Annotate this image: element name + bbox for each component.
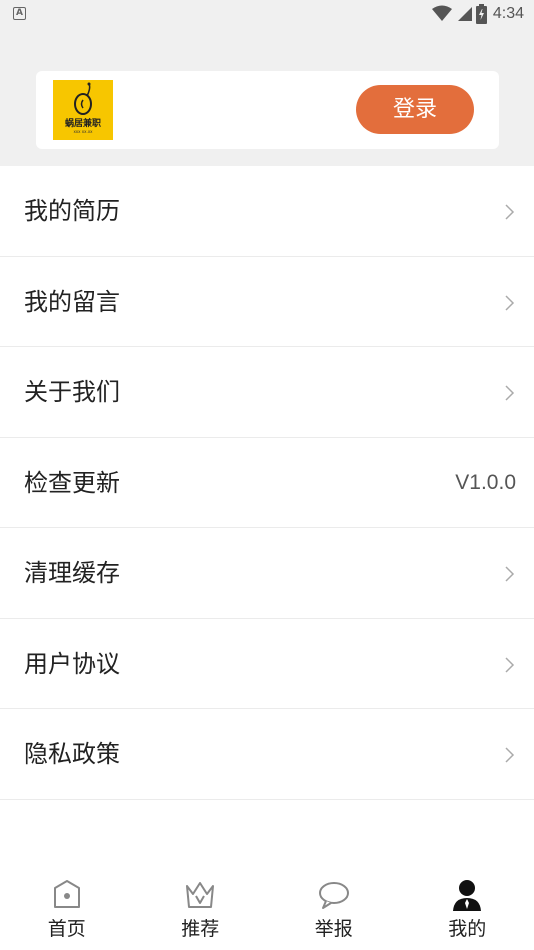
- menu-item-messages[interactable]: 我的留言: [0, 256, 534, 347]
- profile-header: 蜗居兼职 xxx xx.xx 登录: [0, 28, 534, 166]
- menu-item-label: 我的简历: [24, 197, 120, 225]
- menu-item-clear-cache[interactable]: 清理缓存: [0, 528, 534, 619]
- user-icon: [453, 880, 482, 911]
- chevron-right-icon: [505, 566, 515, 582]
- menu-item-label: 隐私政策: [24, 740, 120, 768]
- chevron-right-icon: [505, 204, 515, 220]
- nav-label: 首页: [47, 918, 86, 940]
- menu-item-label: 用户协议: [24, 649, 120, 678]
- menu-item-privacy-policy[interactable]: 隐私政策: [0, 709, 534, 800]
- version-value: V1.0.0: [455, 470, 516, 494]
- wifi-icon: [431, 5, 452, 21]
- snail-logo-icon: [74, 82, 92, 115]
- nav-item-report[interactable]: 举报: [267, 862, 401, 950]
- menu-item-label: 检查更新: [24, 468, 120, 497]
- battery-icon: [475, 4, 487, 24]
- menu-item-about[interactable]: 关于我们: [0, 347, 534, 438]
- chevron-right-icon: [505, 747, 515, 763]
- menu-item-label: 我的留言: [24, 287, 120, 316]
- chevron-right-icon: [505, 656, 515, 673]
- login-card: 蜗居兼职 xxx xx.xx 登录: [36, 71, 499, 149]
- nav-item-mine[interactable]: 我的: [401, 862, 534, 950]
- notification-icon: A: [13, 7, 26, 20]
- menu-item-label: 清理缓存: [24, 559, 120, 587]
- logo-subtext: xxx xx.xx: [73, 129, 93, 134]
- nav-label: 举报: [314, 918, 353, 940]
- menu-item-label: 关于我们: [24, 378, 120, 406]
- login-button[interactable]: 登录: [356, 85, 474, 134]
- cellular-signal-icon: [457, 7, 472, 21]
- home-icon: [53, 880, 80, 908]
- chevron-right-icon: [505, 385, 515, 401]
- nav-item-home[interactable]: 首页: [0, 862, 134, 950]
- chevron-right-icon: [505, 294, 515, 311]
- nav-item-recommend[interactable]: 推荐: [134, 862, 268, 950]
- menu-item-resume[interactable]: 我的简历: [0, 166, 534, 257]
- menu-item-check-update[interactable]: 检查更新 V1.0.0: [0, 437, 534, 528]
- crown-icon: [186, 882, 215, 908]
- nav-label: 我的: [448, 918, 487, 940]
- settings-menu: 我的简历 我的留言 关于我们 检查更新 V1.0.0 清理缓存 用户协议 隐私政…: [0, 166, 534, 800]
- menu-item-user-agreement[interactable]: 用户协议: [0, 618, 534, 709]
- status-time: 4:34: [492, 5, 524, 22]
- app-logo: 蜗居兼职 xxx xx.xx: [53, 80, 113, 140]
- bottom-nav: 首页 推荐 举报 我的: [0, 862, 534, 950]
- logo-text: 蜗居兼职: [64, 119, 101, 129]
- nav-label: 推荐: [181, 918, 220, 940]
- chat-bubble-icon: [318, 882, 349, 909]
- status-indicators: 4:34: [431, 4, 524, 24]
- status-bar: A 4:34: [0, 0, 534, 28]
